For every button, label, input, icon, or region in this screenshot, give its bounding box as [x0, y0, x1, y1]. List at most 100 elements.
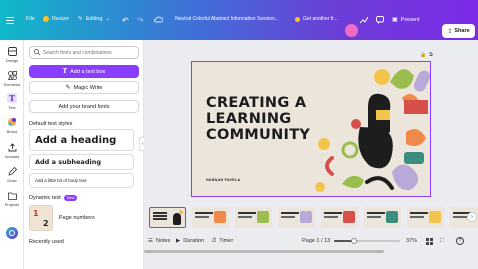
redo-button[interactable]: ↷: [137, 16, 144, 25]
rail-label: Design: [5, 58, 19, 63]
timer-button[interactable]: ⏱ Timer: [212, 238, 233, 245]
orange-blob-shape: [406, 129, 426, 146]
zoom-level[interactable]: 37%: [406, 238, 417, 244]
magic-icon: [6, 227, 18, 239]
yellow-square-shape: [376, 110, 390, 120]
notes-label: Notes: [155, 238, 171, 244]
yellow-dot-shape: [315, 182, 325, 192]
magic-apps-button[interactable]: [0, 227, 24, 239]
editing-label: Editing: [85, 16, 103, 22]
thumbnail-page-7[interactable]: [407, 207, 444, 228]
thumbnails-scroll-right[interactable]: ›: [467, 212, 477, 222]
help-icon: ?: [456, 237, 464, 245]
get-another-free-button[interactable]: Get another fr...: [295, 16, 338, 22]
thumbnail-page-6[interactable]: [364, 207, 401, 228]
fullscreen-button[interactable]: ⛶: [440, 238, 444, 245]
grid-view-button[interactable]: [426, 237, 433, 245]
elements-icon: [7, 70, 17, 80]
crown-icon: [43, 16, 49, 22]
add-text-box-button[interactable]: T Add a text box: [29, 65, 139, 78]
get-another-label: Get another fr...: [303, 16, 338, 22]
slide-author[interactable]: HANNAH FAVELA: [206, 178, 240, 182]
red-dot-shape: [351, 119, 361, 129]
slide-canvas[interactable]: CREATING A LEARNING COMMUNITY HANNAH FAV…: [191, 61, 431, 197]
yellow-circle-shape: [318, 138, 330, 150]
search-icon: [34, 48, 41, 57]
page-number-2: 2: [43, 218, 49, 228]
cloud-save-icon[interactable]: [154, 16, 163, 23]
rail-item-design[interactable]: Design: [0, 46, 24, 63]
thumbnail-page-2[interactable]: [192, 207, 229, 228]
thumbnail-page-4[interactable]: [278, 207, 315, 228]
body-style-card[interactable]: Add a little bit of body text: [29, 173, 134, 188]
magic-wand-icon: ✎: [65, 85, 71, 91]
fullscreen-icon: ⛶: [440, 237, 444, 244]
editing-mode-dropdown[interactable]: ✎ Editing ⌄: [78, 16, 110, 22]
page-number-1: 1: [33, 208, 39, 218]
page-numbers-label: Page numbers: [59, 214, 95, 221]
duration-button[interactable]: ▶ Duration: [176, 238, 204, 244]
duplicate-icon[interactable]: ⧉: [429, 52, 433, 58]
lavender-blob-shape: [392, 164, 419, 191]
pencil-icon: ✎: [78, 16, 83, 22]
new-badge: New: [63, 195, 78, 201]
menu-icon[interactable]: [6, 17, 14, 24]
subheading-sample: Add a subheading: [35, 158, 101, 166]
default-text-styles-heading: Default text styles: [29, 121, 73, 127]
present-label: Present: [400, 16, 420, 23]
green-leaf-shape: [390, 69, 414, 89]
scrollbar-thumb[interactable]: [144, 250, 384, 253]
undo-button[interactable]: ↶: [122, 16, 129, 25]
green-ring-shape: [341, 141, 359, 159]
thumbnail-page-3[interactable]: [235, 207, 272, 228]
share-button[interactable]: ⇪ Share: [442, 24, 475, 38]
page-indicator[interactable]: Page 1 / 13: [302, 238, 330, 244]
text-box-icon: T: [62, 68, 68, 75]
rail-item-draw[interactable]: Draw: [0, 166, 24, 183]
document-title[interactable]: Neutral Colorful Abstract Information Se…: [175, 16, 279, 22]
heading-style-card[interactable]: Add a heading: [29, 129, 134, 151]
add-brand-fonts-button[interactable]: Add your brand fonts: [29, 100, 139, 113]
page-thumbnails: [148, 207, 478, 229]
redo-icon: ↷: [137, 16, 144, 25]
thumbnail-page-5[interactable]: [321, 207, 358, 228]
dynamic-text-label: Dynamic text: [29, 195, 61, 201]
file-menu[interactable]: File: [26, 16, 35, 22]
present-icon: ▣: [392, 17, 398, 23]
chevron-right-icon: ›: [471, 214, 473, 220]
rail-item-projects[interactable]: Projects: [0, 190, 24, 207]
notes-button[interactable]: ☰ Notes: [148, 238, 170, 244]
search-input[interactable]: [43, 49, 133, 56]
left-rail: Design Elements T Text Brand Uploads Dra…: [0, 40, 24, 269]
duration-label: Duration: [183, 238, 205, 244]
chevron-down-icon: ⌄: [105, 16, 111, 22]
comment-icon[interactable]: [376, 16, 384, 24]
help-button[interactable]: ?: [456, 237, 464, 245]
search-box[interactable]: [29, 46, 139, 59]
rail-item-brand[interactable]: Brand: [0, 117, 24, 134]
rail-item-text[interactable]: T Text: [0, 93, 24, 110]
resize-button[interactable]: Resize: [43, 16, 69, 22]
magic-write-button[interactable]: ✎ Magic Write: [29, 81, 139, 94]
subheading-style-card[interactable]: Add a subheading: [29, 154, 134, 170]
horizontal-scrollbar[interactable]: [144, 249, 478, 254]
rail-label: Projects: [4, 202, 20, 207]
rail-item-uploads[interactable]: Uploads: [0, 142, 24, 159]
brand-icon: [7, 117, 17, 127]
projects-icon: [7, 190, 17, 200]
zoom-slider[interactable]: [334, 238, 400, 244]
lock-icon[interactable]: 🔒: [420, 52, 426, 58]
red-rect-shape: [404, 100, 428, 114]
page-numbers-item[interactable]: 1 2 Page numbers: [29, 204, 139, 231]
slide-title[interactable]: CREATING A LEARNING COMMUNITY: [206, 95, 310, 143]
red-wave-shape: [325, 156, 334, 176]
timer-icon: ⏱: [212, 237, 217, 244]
zoom-slider-thumb[interactable]: [351, 238, 357, 244]
analytics-icon[interactable]: [360, 16, 368, 24]
present-button[interactable]: ▣ Present: [392, 16, 420, 24]
duration-icon: ▶: [176, 238, 181, 244]
brand-fonts-label: Add your brand fonts: [58, 103, 110, 110]
thumbnail-page-1[interactable]: [149, 207, 186, 228]
uploads-icon: [7, 142, 17, 152]
rail-item-elements[interactable]: Elements: [0, 70, 24, 87]
